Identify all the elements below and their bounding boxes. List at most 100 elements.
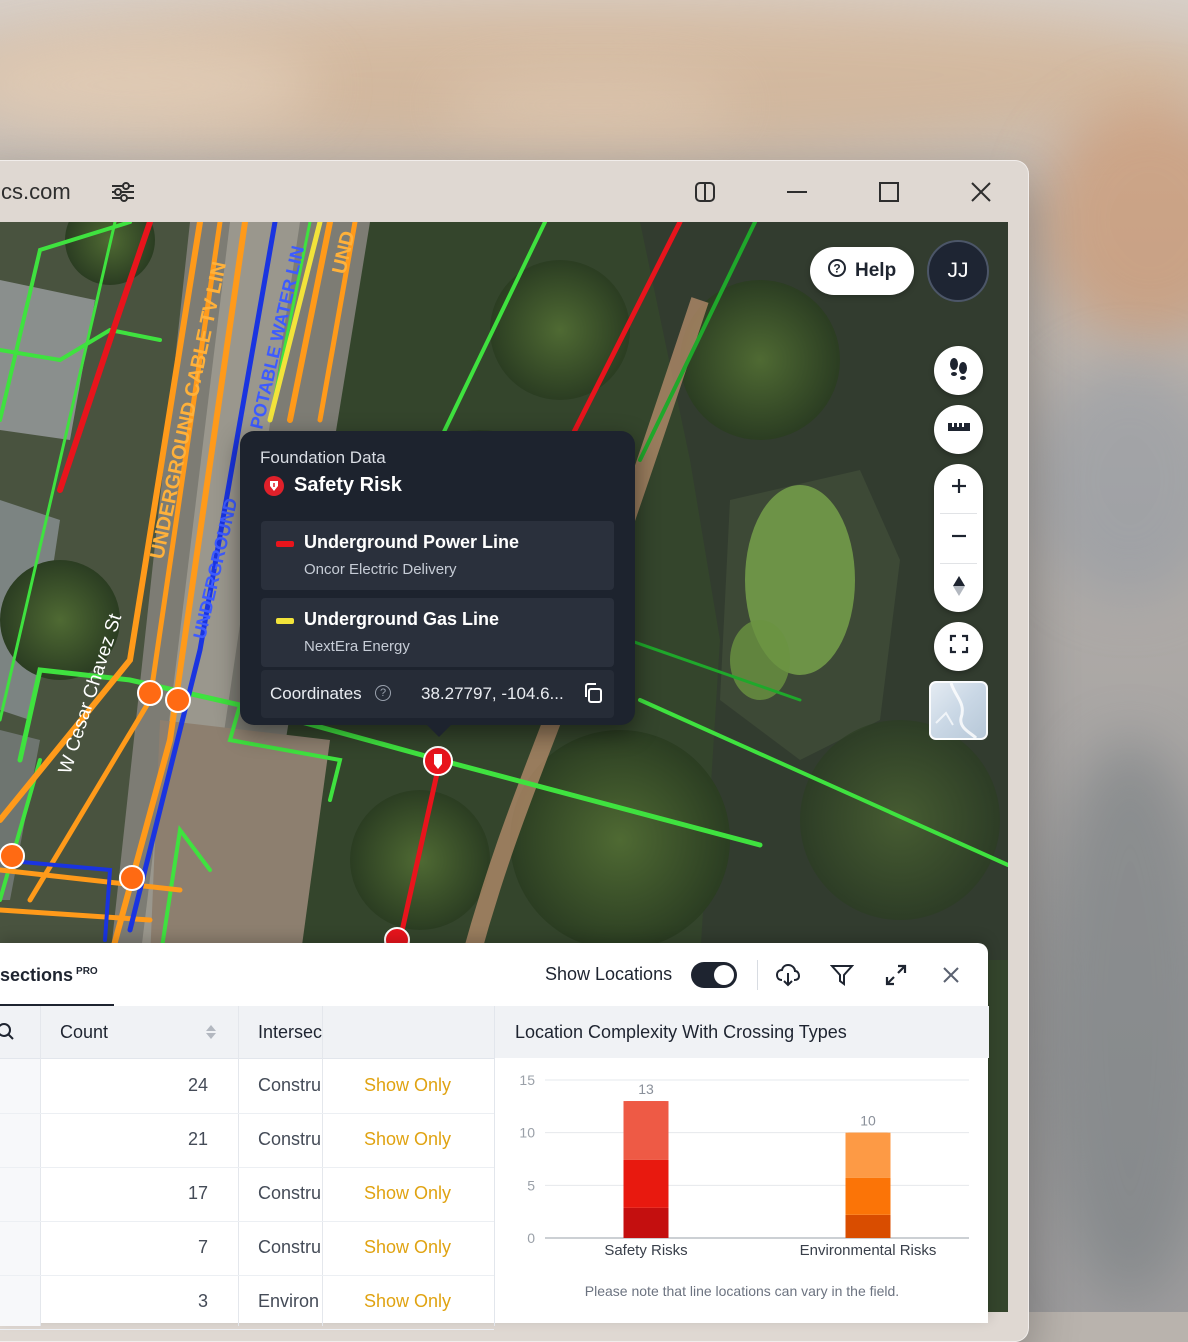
fullscreen-icon <box>949 634 969 659</box>
bar-segment <box>845 1132 891 1178</box>
bar-cap <box>845 1132 891 1139</box>
coordinates-value: 38.27797, -104.6... <box>421 684 564 703</box>
info-icon[interactable]: ? <box>375 685 391 701</box>
utility-company: Oncor Electric Delivery <box>304 561 457 578</box>
tab-intersections[interactable]: sections PRO <box>0 965 98 986</box>
minimap[interactable] <box>929 681 988 740</box>
fullscreen-button[interactable] <box>934 622 983 671</box>
help-button[interactable]: ? Help <box>810 247 914 295</box>
intersection-cell: Environ <box>258 1291 320 1311</box>
utility-card-power[interactable]: Underground Power Line Oncor Electric De… <box>261 521 614 590</box>
table-row[interactable]: 24 Constru Show Only <box>0 1059 494 1114</box>
intersection-column-header[interactable]: Intersec <box>258 1022 322 1043</box>
table-row[interactable]: 3 Environ Show Only <box>0 1275 494 1330</box>
y-tick-label: 15 <box>519 1072 535 1088</box>
zoom-in-button[interactable] <box>934 464 983 513</box>
table-header: Count Intersec <box>0 1006 494 1059</box>
intersection-cell: Constru <box>258 1237 322 1257</box>
coordinates-label: Coordinates <box>270 684 362 703</box>
panel-header: sections PRO Show Locations <box>0 943 988 1007</box>
intersection-cell: Constru <box>258 1129 322 1149</box>
show-only-link[interactable]: Show Only <box>364 1075 451 1096</box>
utility-name: Underground Gas Line <box>304 609 500 629</box>
count-cell: 17 <box>187 1183 208 1203</box>
maximize-icon[interactable] <box>875 178 903 206</box>
utility-card-gas[interactable]: Underground Gas Line NextEra Energy <box>261 598 614 667</box>
y-tick-label: 5 <box>527 1177 535 1193</box>
bar-segment <box>845 1214 891 1238</box>
intersections-panel: sections PRO Show Locations Count Inters… <box>0 943 989 1330</box>
zoom-controls <box>934 464 983 612</box>
avatar[interactable]: JJ <box>927 240 989 302</box>
compass-icon <box>950 574 968 603</box>
close-window-icon[interactable] <box>967 178 995 206</box>
y-tick-label: 0 <box>527 1230 535 1246</box>
title-bar: cs.com <box>0 161 1028 223</box>
chart-note: Please note that line locations can vary… <box>584 1283 900 1299</box>
power-swatch <box>276 541 294 547</box>
bar-segment <box>623 1101 669 1160</box>
show-only-link[interactable]: Show Only <box>364 1237 451 1258</box>
split-view-icon[interactable] <box>691 178 719 206</box>
popup-title: Safety Risk <box>264 474 402 497</box>
footsteps-button[interactable] <box>934 346 983 395</box>
x-category-label: Environmental Risks <box>800 1242 937 1259</box>
pro-badge: PRO <box>76 966 98 977</box>
bar-chart: 0 5 10 15 13 Safety Risks 10 Environmental Risk… <box>519 1072 969 1259</box>
shield-icon <box>264 475 284 496</box>
bar-value-label: 10 <box>860 1113 876 1129</box>
ruler-icon <box>946 418 972 441</box>
chart-title: Location Complexity With Crossing Types <box>515 1022 847 1042</box>
sliders-icon[interactable] <box>109 178 137 206</box>
popup-subtitle: Foundation Data <box>260 448 386 467</box>
popup-title-text: Safety Risk <box>294 474 402 496</box>
show-only-link[interactable]: Show Only <box>364 1291 451 1312</box>
filter-icon[interactable] <box>829 962 855 988</box>
count-cell: 24 <box>187 1075 208 1095</box>
coordinates-row: Coordinates ? 38.27797, -104.6... <box>261 670 614 718</box>
intersections-table: Count Intersec 24 Constru Show Only 21 C… <box>0 1006 494 1330</box>
compass-button[interactable] <box>934 564 983 613</box>
y-tick-label: 10 <box>519 1125 535 1141</box>
gas-swatch <box>276 618 294 624</box>
show-only-link[interactable]: Show Only <box>364 1129 451 1150</box>
complexity-chart: Location Complexity With Crossing Types … <box>494 1006 989 1326</box>
zoom-in-icon <box>950 477 968 500</box>
intersection-cell: Constru <box>258 1183 322 1203</box>
table-row[interactable]: 21 Constru Show Only <box>0 1113 494 1168</box>
measure-button[interactable] <box>934 405 983 454</box>
bar-cap <box>623 1101 669 1108</box>
intersection-cell: Constru <box>258 1075 322 1095</box>
close-panel-icon[interactable] <box>938 962 964 988</box>
count-cell: 21 <box>187 1129 208 1149</box>
count-cell: 7 <box>197 1237 208 1257</box>
utility-name: Underground Power Line <box>304 532 520 552</box>
bar-segment <box>623 1207 669 1238</box>
table-row[interactable]: 17 Constru Show Only <box>0 1167 494 1222</box>
count-cell: 3 <box>197 1291 208 1311</box>
tab-label: sections <box>0 965 74 985</box>
show-locations-label: Show Locations <box>545 964 673 984</box>
zoom-out-icon <box>950 527 968 550</box>
expand-icon[interactable] <box>883 962 909 988</box>
show-locations-toggle[interactable] <box>691 962 737 988</box>
bar-segment <box>623 1159 669 1208</box>
x-category-label: Safety Risks <box>604 1242 687 1259</box>
sort-icon[interactable] <box>205 1023 217 1046</box>
minimize-icon[interactable] <box>783 178 811 206</box>
table-row[interactable]: 7 Constru Show Only <box>0 1221 494 1276</box>
footsteps-icon <box>946 355 972 386</box>
url-text[interactable]: cs.com <box>1 179 71 205</box>
divider <box>757 960 758 990</box>
show-only-link[interactable]: Show Only <box>364 1183 451 1204</box>
count-column-header[interactable]: Count <box>60 1022 108 1043</box>
utility-company: NextEra Energy <box>304 638 410 655</box>
svg-text:?: ? <box>833 262 840 276</box>
search-icon[interactable] <box>0 1023 16 1046</box>
cloud-download-icon[interactable] <box>775 962 801 988</box>
copy-icon[interactable] <box>583 682 603 709</box>
question-circle-icon: ? <box>827 258 847 284</box>
bar-segment <box>845 1177 891 1215</box>
help-label: Help <box>855 260 897 281</box>
zoom-out-button[interactable] <box>934 514 983 563</box>
